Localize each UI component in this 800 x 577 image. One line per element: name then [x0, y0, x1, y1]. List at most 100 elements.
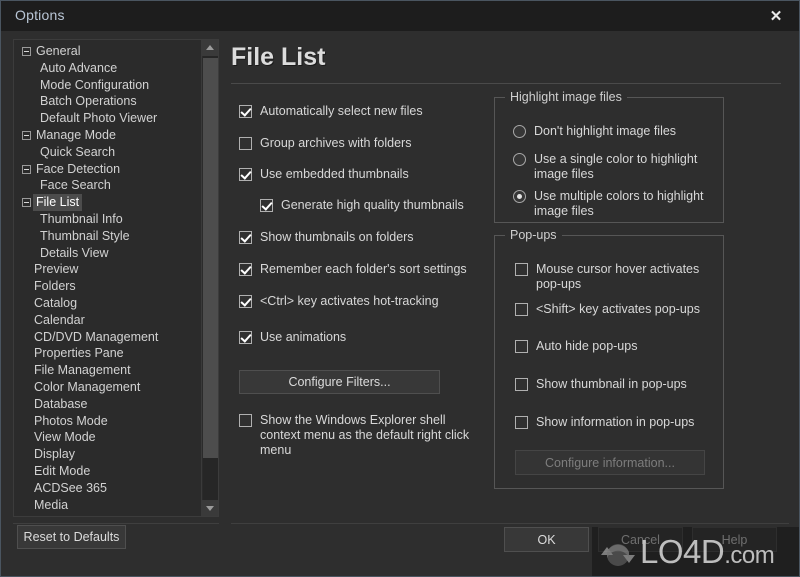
checkbox-box[interactable]	[515, 378, 528, 391]
checkbox-use-animations[interactable]: Use animations	[239, 330, 489, 345]
sidebar-item-details-view[interactable]: Details View	[14, 245, 202, 262]
sidebar-item-auto-advance[interactable]: Auto Advance	[14, 60, 202, 77]
checkbox-box[interactable]	[515, 340, 528, 353]
checkbox-box[interactable]	[239, 414, 252, 427]
checkbox-windows-explorer-shell-menu[interactable]: Show the Windows Explorer shell context …	[239, 413, 484, 458]
sidebar-item-batch-operations[interactable]: Batch Operations	[14, 93, 202, 110]
checkbox-show-thumbnail-in-popups[interactable]: Show thumbnail in pop-ups	[515, 377, 705, 392]
radio-single-color-highlight[interactable]: Use a single color to highlight image fi…	[513, 152, 708, 182]
sidebar-item-view-mode[interactable]: View Mode	[14, 429, 202, 446]
checkbox-box[interactable]	[239, 263, 252, 276]
radio-circle[interactable]	[513, 153, 526, 166]
sidebar-item-thumbnail-info[interactable]: Thumbnail Info	[14, 211, 202, 228]
checkbox-remember-folder-sort-settings[interactable]: Remember each folder's sort settings	[239, 262, 499, 277]
sidebar-item-folders[interactable]: Folders	[14, 278, 202, 295]
sidebar-item-label: Quick Search	[40, 144, 116, 159]
expander-collapse-icon[interactable]	[22, 130, 31, 140]
sidebar-item-media[interactable]: Media	[14, 497, 202, 514]
sidebar-item-mode-configuration[interactable]: Mode Configuration	[14, 77, 202, 94]
settings-tree: General Auto Advance Mode Configuration Bat…	[14, 43, 202, 513]
sidebar-item-face-detection[interactable]: Face Detection	[14, 161, 202, 178]
close-icon[interactable]: ✕	[753, 1, 799, 31]
checkbox-box[interactable]	[239, 331, 252, 344]
chevron-up-icon[interactable]	[202, 40, 218, 56]
radio-label: Use a single color to highlight image fi…	[534, 152, 698, 181]
sidebar-item-label: Display	[34, 447, 75, 462]
checkbox-box[interactable]	[239, 295, 252, 308]
sidebar-item-label: Thumbnail Style	[40, 228, 130, 243]
sidebar-item-label: Auto Advance	[40, 60, 118, 75]
expander-collapse-icon[interactable]	[22, 164, 31, 174]
configure-information-button[interactable]: Configure information...	[515, 450, 705, 475]
checkbox-shift-key-activates-popups[interactable]: <Shift> key activates pop-ups	[515, 302, 705, 317]
sidebar-item-preview[interactable]: Preview	[14, 261, 202, 278]
checkbox-group-archives-with-folders[interactable]: Group archives with folders	[239, 136, 489, 151]
sidebar-item-thumbnail-style[interactable]: Thumbnail Style	[14, 228, 202, 245]
cancel-button[interactable]: Cancel	[598, 527, 683, 552]
radio-dont-highlight[interactable]: Don't highlight image files	[513, 124, 713, 139]
checkbox-show-thumbnails-on-folders[interactable]: Show thumbnails on folders	[239, 230, 489, 245]
checkbox-box[interactable]	[515, 263, 528, 276]
reset-to-defaults-button[interactable]: Reset to Defaults	[17, 525, 126, 549]
checkbox-box[interactable]	[260, 199, 273, 212]
expander-collapse-icon[interactable]	[22, 198, 31, 208]
sidebar-item-label: Batch Operations	[40, 94, 137, 109]
checkbox-label: Use embedded thumbnails	[260, 167, 409, 181]
radio-circle[interactable]	[513, 190, 526, 203]
checkbox-ctrl-key-hot-tracking[interactable]: <Ctrl> key activates hot-tracking	[239, 294, 489, 309]
sidebar-item-label: Media	[34, 497, 69, 512]
sidebar-item-general[interactable]: General	[14, 43, 202, 60]
sidebar-item-label: CD/DVD Management	[34, 329, 159, 344]
checkbox-label: Generate high quality thumbnails	[281, 198, 464, 212]
sidebar-item-color-management[interactable]: Color Management	[14, 379, 202, 396]
ok-button[interactable]: OK	[504, 527, 589, 552]
radio-label: Use multiple colors to highlight image f…	[534, 189, 704, 218]
checkbox-automatically-select-new-files[interactable]: Automatically select new files	[239, 104, 489, 119]
sidebar-item-face-search[interactable]: Face Search	[14, 177, 202, 194]
dialog-body: General Auto Advance Mode Configuration Bat…	[1, 31, 799, 576]
sidebar-item-quick-search[interactable]: Quick Search	[14, 144, 202, 161]
checkbox-mouse-hover-activates-popups[interactable]: Mouse cursor hover activates pop-ups	[515, 262, 705, 292]
sidebar-item-catalog[interactable]: Catalog	[14, 295, 202, 312]
checkbox-use-embedded-thumbnails[interactable]: Use embedded thumbnails	[239, 167, 489, 182]
sidebar-item-properties-pane[interactable]: Properties Pane	[14, 345, 202, 362]
sidebar-item-file-list[interactable]: File List	[14, 194, 202, 211]
checkbox-box[interactable]	[515, 303, 528, 316]
checkbox-box[interactable]	[239, 168, 252, 181]
checkbox-generate-high-quality-thumbnails[interactable]: Generate high quality thumbnails	[260, 198, 510, 213]
sidebar-item-label: Database	[34, 396, 88, 411]
scrollbar-thumb[interactable]	[203, 58, 218, 458]
sidebar-item-photos-mode[interactable]: Photos Mode	[14, 413, 202, 430]
checkbox-box[interactable]	[239, 137, 252, 150]
checkbox-box[interactable]	[515, 416, 528, 429]
sidebar-item-manage-mode[interactable]: Manage Mode	[14, 127, 202, 144]
checkbox-auto-hide-popups[interactable]: Auto hide pop-ups	[515, 339, 705, 354]
sidebar-item-label: Properties Pane	[34, 346, 124, 361]
sidebar-item-edit-mode[interactable]: Edit Mode	[14, 463, 202, 480]
help-button[interactable]: Help	[692, 527, 777, 552]
sidebar-item-label: View Mode	[34, 430, 96, 445]
checkbox-box[interactable]	[239, 105, 252, 118]
sidebar-item-cd-dvd-management[interactable]: CD/DVD Management	[14, 329, 202, 346]
radio-circle[interactable]	[513, 125, 526, 138]
checkbox-box[interactable]	[239, 231, 252, 244]
title-bar: Options ✕	[1, 1, 799, 31]
chevron-down-icon[interactable]	[202, 500, 218, 516]
sidebar-item-label: ACDSee 365	[34, 480, 107, 495]
sidebar-item-display[interactable]: Display	[14, 446, 202, 463]
sidebar-item-acdsee-365[interactable]: ACDSee 365	[14, 480, 202, 497]
sidebar-item-file-management[interactable]: File Management	[14, 362, 202, 379]
sidebar-item-label: Mode Configuration	[40, 77, 150, 92]
radio-multiple-colors-highlight[interactable]: Use multiple colors to highlight image f…	[513, 189, 708, 219]
sidebar-item-label: Preview	[34, 262, 79, 277]
checkbox-label: Show thumbnail in pop-ups	[536, 377, 687, 391]
expander-collapse-icon[interactable]	[22, 47, 31, 56]
sidebar-item-label: Folders	[34, 279, 76, 294]
sidebar-item-database[interactable]: Database	[14, 396, 202, 413]
sidebar-item-calendar[interactable]: Calendar	[14, 312, 202, 329]
sidebar-item-default-photo-viewer[interactable]: Default Photo Viewer	[14, 110, 202, 127]
sidebar-scrollbar[interactable]	[201, 40, 218, 516]
configure-filters-button[interactable]: Configure Filters...	[239, 370, 440, 394]
sidebar-item-label: Color Management	[34, 379, 141, 394]
checkbox-show-information-in-popups[interactable]: Show information in pop-ups	[515, 415, 705, 430]
